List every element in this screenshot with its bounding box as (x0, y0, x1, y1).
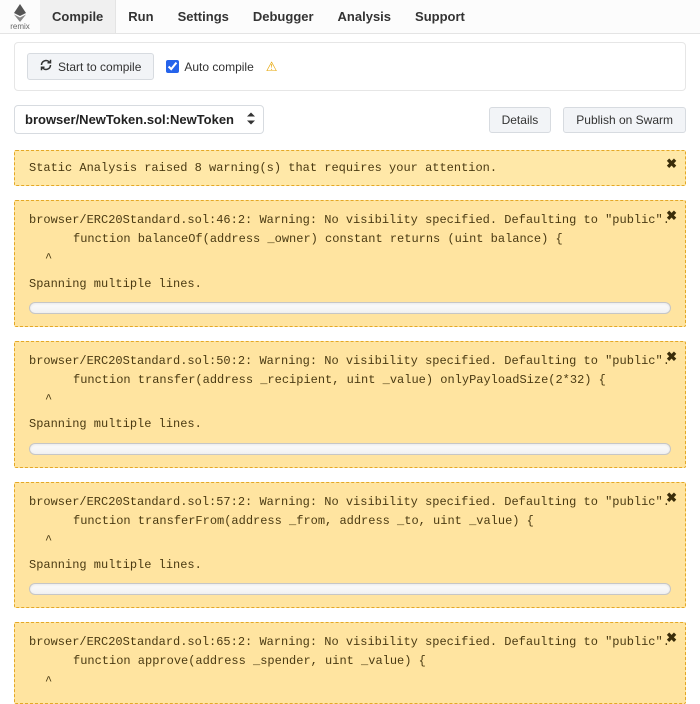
start-compile-label: Start to compile (58, 60, 141, 74)
tab-support[interactable]: Support (403, 0, 477, 33)
warning-header: browser/ERC20Standard.sol:50:2: Warning:… (29, 352, 671, 371)
start-compile-button[interactable]: Start to compile (27, 53, 154, 80)
warning-code: function transfer(address _recipient, ui… (29, 371, 671, 390)
warning-span: Spanning multiple lines. (29, 275, 671, 294)
close-icon[interactable]: ✖ (666, 629, 677, 650)
warning-span: Spanning multiple lines. (29, 556, 671, 575)
warning-4: ✖ browser/ERC20Standard.sol:65:2: Warnin… (14, 622, 686, 704)
logo-label: remix (10, 22, 30, 31)
publish-swarm-button[interactable]: Publish on Swarm (563, 107, 686, 133)
updown-icon (247, 112, 255, 127)
warning-3: ✖ browser/ERC20Standard.sol:57:2: Warnin… (14, 482, 686, 609)
warning-code: function balanceOf(address _owner) const… (29, 230, 671, 249)
scrollbar[interactable] (29, 583, 671, 595)
ethereum-icon (13, 4, 27, 22)
tab-compile[interactable]: Compile (40, 0, 116, 33)
auto-compile-checkbox[interactable]: Auto compile (166, 60, 253, 74)
close-icon[interactable]: ✖ (666, 489, 677, 510)
tab-debugger[interactable]: Debugger (241, 0, 326, 33)
warning-header: browser/ERC20Standard.sol:46:2: Warning:… (29, 211, 671, 230)
warning-icon: ⚠ (266, 59, 278, 75)
auto-compile-label: Auto compile (184, 60, 253, 74)
warning-2: ✖ browser/ERC20Standard.sol:50:2: Warnin… (14, 341, 686, 468)
warning-caret: ^ (29, 531, 671, 550)
warning-span: Spanning multiple lines. (29, 415, 671, 434)
close-icon[interactable]: ✖ (666, 157, 677, 172)
tabs: Compile Run Settings Debugger Analysis S… (40, 0, 477, 33)
close-icon[interactable]: ✖ (666, 207, 677, 228)
auto-compile-input[interactable] (166, 60, 179, 73)
scrollbar[interactable] (29, 302, 671, 314)
compile-controls: Start to compile Auto compile ⚠ (14, 42, 686, 91)
details-button[interactable]: Details (489, 107, 552, 133)
compile-panel: Start to compile Auto compile ⚠ browser/… (0, 34, 700, 704)
tab-analysis[interactable]: Analysis (326, 0, 403, 33)
warning-caret: ^ (29, 390, 671, 409)
warning-caret: ^ (29, 672, 671, 691)
logo: remix (0, 2, 40, 31)
close-icon[interactable]: ✖ (666, 348, 677, 369)
contract-select[interactable]: browser/NewToken.sol:NewToken (14, 105, 264, 134)
refresh-icon (40, 59, 52, 74)
warning-code: function transferFrom(address _from, add… (29, 512, 671, 531)
contract-row: browser/NewToken.sol:NewToken Details Pu… (14, 105, 686, 134)
tab-settings[interactable]: Settings (166, 0, 241, 33)
scrollbar[interactable] (29, 443, 671, 455)
contract-select-value: browser/NewToken.sol:NewToken (25, 112, 234, 127)
topbar: remix Compile Run Settings Debugger Anal… (0, 0, 700, 34)
warning-header: browser/ERC20Standard.sol:57:2: Warning:… (29, 493, 671, 512)
analysis-summary-text: Static Analysis raised 8 warning(s) that… (29, 161, 497, 175)
analysis-summary: Static Analysis raised 8 warning(s) that… (14, 150, 686, 186)
warning-header: browser/ERC20Standard.sol:65:2: Warning:… (29, 633, 671, 652)
warning-code: function approve(address _spender, uint … (29, 652, 671, 671)
tab-run[interactable]: Run (116, 0, 165, 33)
warning-1: ✖ browser/ERC20Standard.sol:46:2: Warnin… (14, 200, 686, 327)
warning-caret: ^ (29, 249, 671, 268)
